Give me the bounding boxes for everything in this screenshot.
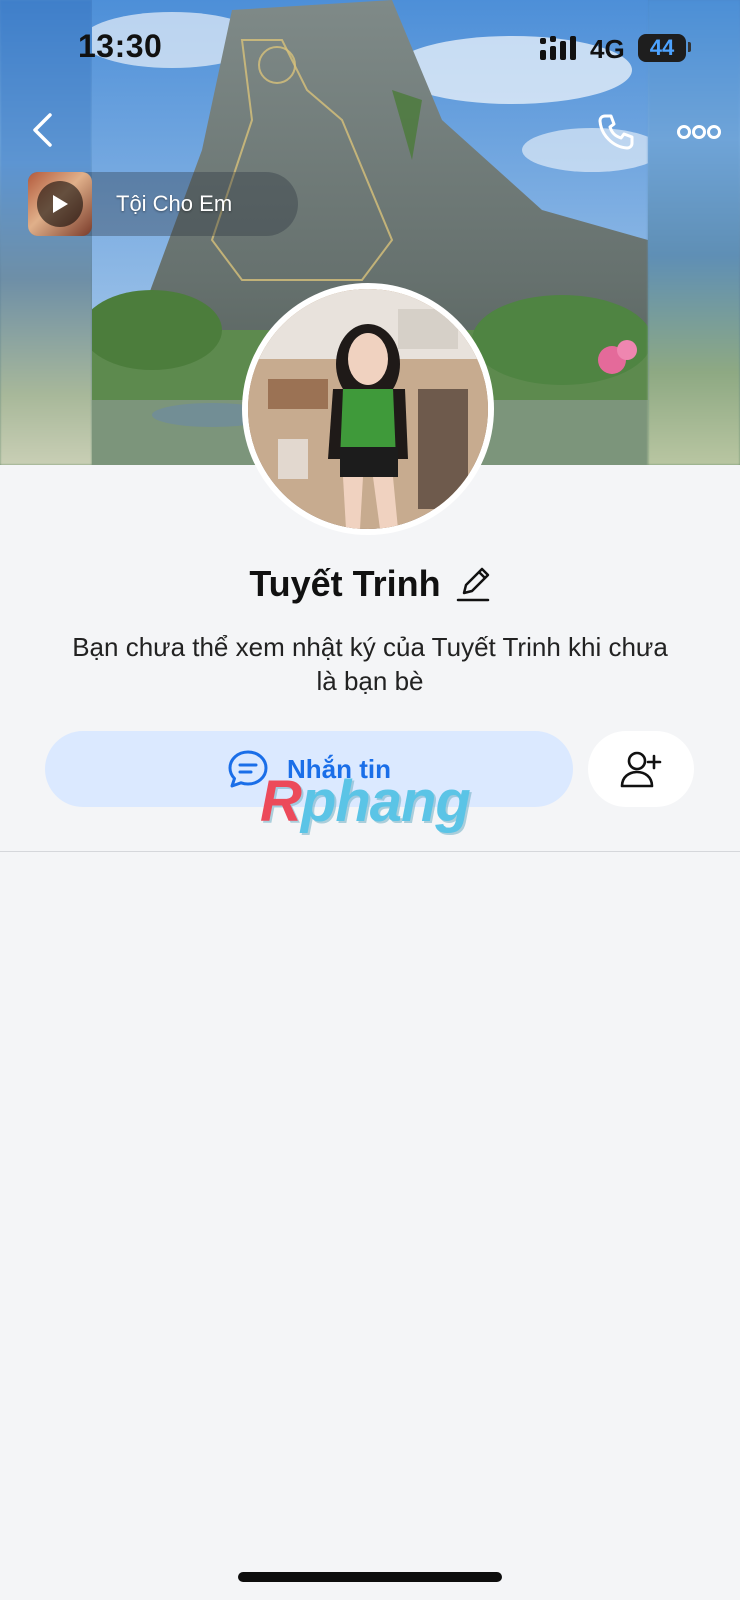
edit-name-button[interactable] [455,564,491,604]
call-button[interactable] [592,108,640,156]
play-button[interactable] [37,181,83,227]
status-bar: 13:30 4G 44 [0,0,740,100]
network-type: 4G [590,34,625,64]
privacy-notice: Bạn chưa thể xem nhật ký của Tuyết Trinh… [72,632,668,696]
avatar[interactable] [242,283,494,535]
home-indicator [238,1572,502,1582]
phone-icon [598,114,634,150]
play-icon [53,195,68,213]
chevron-left-icon [33,113,52,147]
music-cover-art [28,172,92,236]
profile-name-row: Tuyết Trinh [0,556,740,612]
status-time: 13:30 [78,28,163,64]
music-title: Tội Cho Em [116,191,233,216]
cellular-signal-icon [540,36,576,60]
add-friend-button[interactable] [588,731,694,807]
divider [0,851,740,852]
add-user-icon [620,751,662,788]
more-options-button[interactable] [674,112,724,152]
pencil-icon [456,567,489,602]
send-message-label: Nhắn tin [287,753,391,784]
more-dots-icon [677,125,721,139]
battery-level: 44 [649,35,675,60]
avatar-illustration [248,289,488,529]
chat-bubble-icon [228,750,268,788]
profile-name: Tuyết Trinh [249,563,441,604]
battery-icon: 44 [638,34,686,62]
battery-tip [688,42,691,52]
back-button[interactable] [22,108,62,152]
avatar-photo [248,289,488,529]
profile-screen: 13:30 4G 44 Tội Cho Em Tuyết Trinh Bạn c… [0,0,740,1600]
send-message-button[interactable]: Nhắn tin [45,731,573,807]
profile-music[interactable]: Tội Cho Em [28,172,298,236]
